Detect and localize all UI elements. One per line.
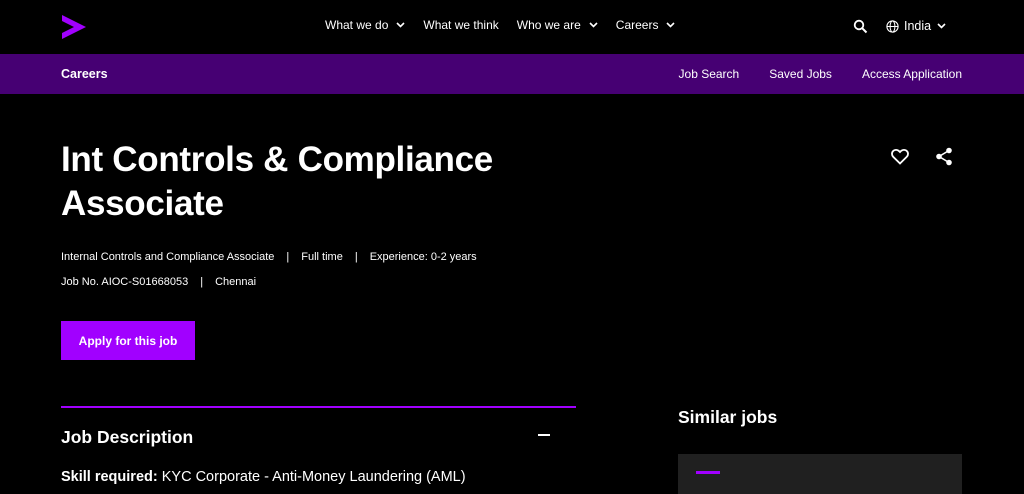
- locale-selector[interactable]: India: [886, 19, 946, 33]
- separator: |: [354, 251, 358, 263]
- menu-label: What we think: [423, 18, 499, 32]
- job-category: Internal Controls and Compliance Associa…: [61, 251, 275, 263]
- separator: |: [200, 276, 204, 288]
- locale-label: India: [904, 19, 932, 33]
- share-icon[interactable]: [935, 147, 953, 166]
- menu-label: Careers: [615, 18, 659, 32]
- job-type: Full time: [301, 251, 343, 263]
- job-location: Chennai: [215, 276, 257, 288]
- menu-what-we-think[interactable]: What we think: [423, 18, 498, 32]
- menu-label: Who we are: [516, 18, 581, 32]
- job-title: Int Controls & Compliance Associate: [61, 140, 493, 223]
- saved-jobs-link[interactable]: Saved Jobs: [769, 67, 832, 81]
- card-accent-bar: [696, 471, 720, 474]
- menu-what-we-do[interactable]: What we do: [325, 18, 405, 32]
- job-search-link[interactable]: Job Search: [679, 67, 740, 81]
- separator: |: [286, 251, 290, 263]
- menu-careers[interactable]: Careers: [616, 18, 676, 32]
- heart-icon[interactable]: [891, 148, 909, 165]
- minus-icon[interactable]: [538, 434, 550, 436]
- globe-icon: [886, 19, 899, 33]
- job-experience: Experience: 0-2 years: [369, 251, 477, 263]
- subnav-title[interactable]: Careers: [61, 67, 108, 81]
- chevron-down-icon: [937, 23, 946, 29]
- similar-jobs-heading: Similar jobs: [678, 407, 778, 427]
- job-meta-primary: Internal Controls and Compliance Associa…: [61, 251, 477, 263]
- search-icon[interactable]: [853, 19, 868, 34]
- job-number: Job No. AIOC-S01668053: [61, 276, 189, 288]
- main-menu: What we do What we think Who we are Care…: [325, 18, 693, 32]
- similar-job-card[interactable]: [678, 454, 962, 494]
- top-nav: What we do What we think Who we are Care…: [0, 0, 1024, 54]
- chevron-down-icon: [589, 22, 598, 28]
- skill-label: Skill required:: [61, 469, 158, 485]
- job-description-heading[interactable]: Job Description: [61, 427, 193, 448]
- accenture-logo-icon[interactable]: [60, 15, 86, 39]
- section-divider: [61, 406, 576, 408]
- skill-value: KYC Corporate - Anti-Money Laundering (A…: [161, 469, 466, 485]
- job-meta-secondary: Job No. AIOC-S01668053 | Chennai: [61, 276, 256, 288]
- apply-button[interactable]: Apply for this job: [61, 321, 195, 360]
- chevron-down-icon: [666, 22, 676, 28]
- access-application-link[interactable]: Access Application: [862, 67, 962, 81]
- careers-subnav: Careers Job Search Saved Jobs Access App…: [0, 54, 1024, 94]
- chevron-down-icon: [396, 22, 405, 28]
- skill-required: Skill required: KYC Corporate - Anti-Mon…: [61, 469, 466, 485]
- menu-who-we-are[interactable]: Who we are: [517, 18, 598, 32]
- menu-label: What we do: [325, 18, 389, 32]
- subnav-links: Job Search Saved Jobs Access Application: [649, 67, 962, 81]
